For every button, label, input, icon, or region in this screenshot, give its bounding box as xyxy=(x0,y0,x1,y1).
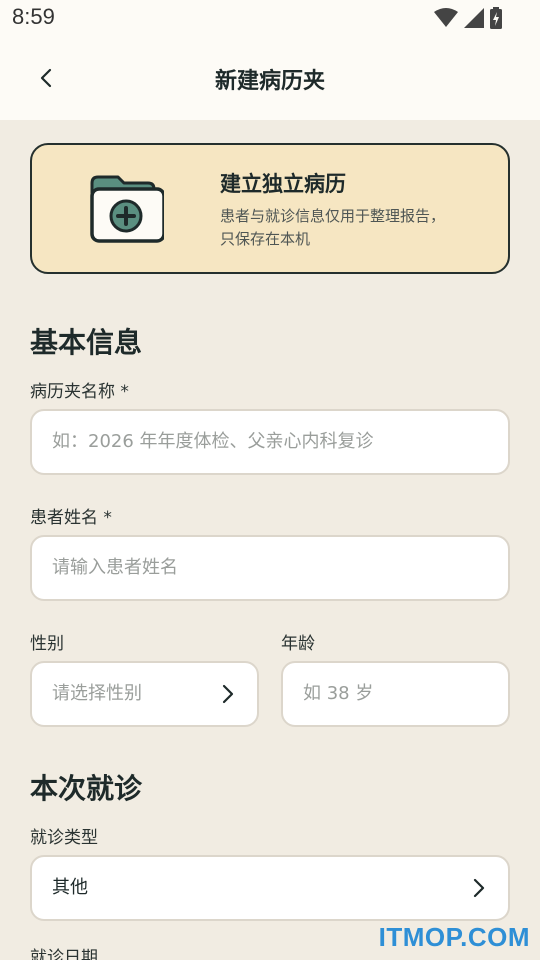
section-title-basic: 基本信息 xyxy=(30,326,143,359)
gender-placeholder: 请选择性别 xyxy=(52,683,142,704)
status-icons xyxy=(434,7,502,29)
banner-description: 患者与就诊信息仅用于整理报告， 只保存在本机 xyxy=(220,205,490,251)
banner-title: 建立独立病历 xyxy=(220,172,346,196)
wifi-icon xyxy=(434,8,458,27)
visit-type-select[interactable]: 其他 xyxy=(30,855,510,921)
chevron-right-icon xyxy=(222,684,234,704)
age-label: 年龄 xyxy=(281,634,315,654)
age-placeholder: 如 38 岁 xyxy=(303,683,374,704)
age-input[interactable]: 如 38 岁 xyxy=(281,661,510,727)
folder-plus-icon xyxy=(90,175,164,243)
chevron-right-icon xyxy=(473,878,485,898)
folder-name-label: 病历夹名称 * xyxy=(30,382,129,402)
patient-name-placeholder: 请输入患者姓名 xyxy=(52,557,178,578)
visit-date-label: 就诊日期 xyxy=(30,948,98,960)
gender-label: 性别 xyxy=(30,634,64,654)
app-bar: 新建病历夹 xyxy=(0,36,540,120)
visit-type-label: 就诊类型 xyxy=(30,828,98,848)
visit-type-value: 其他 xyxy=(52,877,88,898)
section-title-visit: 本次就诊 xyxy=(30,772,143,805)
patient-name-input[interactable]: 请输入患者姓名 xyxy=(30,535,510,601)
status-time: 8:59 xyxy=(12,4,55,29)
battery-icon xyxy=(490,7,502,29)
signal-icon xyxy=(464,8,484,28)
folder-name-placeholder: 如：2026 年年度体检、父亲心内科复诊 xyxy=(52,431,374,452)
folder-name-input[interactable]: 如：2026 年年度体检、父亲心内科复诊 xyxy=(30,409,510,475)
banner-desc-line2: 只保存在本机 xyxy=(220,230,311,248)
banner-desc-line1: 患者与就诊信息仅用于整理报告， xyxy=(220,207,446,225)
watermark-logo: ITMOP.COM xyxy=(378,922,530,952)
status-bar: 8:59 xyxy=(0,0,540,36)
page-title: 新建病历夹 xyxy=(214,69,325,94)
patient-name-label: 患者姓名 * xyxy=(30,508,112,528)
info-banner: 建立独立病历 患者与就诊信息仅用于整理报告， 只保存在本机 xyxy=(30,143,510,274)
gender-select[interactable]: 请选择性别 xyxy=(30,661,259,727)
